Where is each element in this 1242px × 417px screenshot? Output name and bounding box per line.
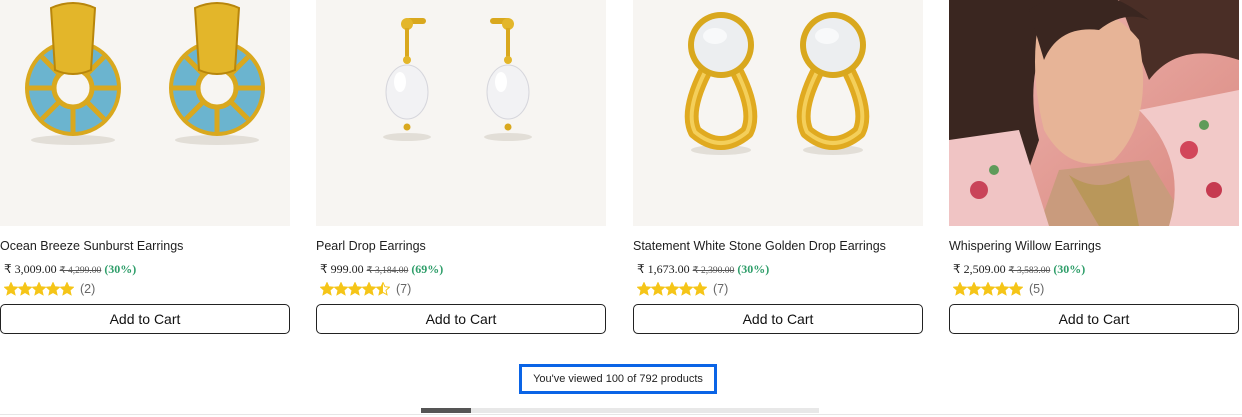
star-rating [4, 282, 74, 296]
original-price: ₹ 3,583.00 [1008, 266, 1051, 276]
original-price: ₹ 4,299.00 [59, 266, 102, 276]
review-count: (5) [1029, 282, 1045, 296]
star-icon [334, 282, 348, 296]
star-icon [995, 282, 1009, 296]
star-rating [320, 282, 390, 296]
star-icon [637, 282, 651, 296]
star-icon [320, 282, 334, 296]
sale-price: ₹ 3,009.00 [4, 262, 57, 276]
product-price: ₹ 3,009.00 ₹ 4,299.00 (30%) [4, 262, 136, 277]
product-image[interactable] [949, 0, 1239, 226]
product-image[interactable] [0, 0, 290, 226]
rating: (7) [637, 281, 728, 297]
progress-bar [421, 408, 819, 413]
star-icon [679, 282, 693, 296]
discount-percent: (30%) [104, 262, 137, 276]
star-icon [18, 282, 32, 296]
add-to-cart-button[interactable]: Add to Cart [316, 304, 606, 334]
product-grid: Ocean Breeze Sunburst Earrings ₹ 3,009.0… [0, 0, 1242, 340]
star-icon [4, 282, 18, 296]
add-to-cart-button[interactable]: Add to Cart [0, 304, 290, 334]
discount-percent: (30%) [1053, 262, 1086, 276]
product-image[interactable] [316, 0, 606, 226]
product-card[interactable]: Whispering Willow Earrings ₹ 2,509.00 ₹ 3… [949, 0, 1239, 334]
review-count: (7) [396, 282, 412, 296]
sale-price: ₹ 2,509.00 [953, 262, 1006, 276]
star-icon [665, 282, 679, 296]
rating: (5) [953, 281, 1044, 297]
product-name[interactable]: Statement White Stone Golden Drop Earrin… [633, 239, 886, 253]
product-image[interactable] [633, 0, 923, 226]
product-name[interactable]: Whispering Willow Earrings [949, 239, 1101, 253]
star-icon [46, 282, 60, 296]
product-name[interactable]: Ocean Breeze Sunburst Earrings [0, 239, 183, 253]
star-rating [637, 282, 707, 296]
product-card[interactable]: Pearl Drop Earrings ₹ 999.00 ₹ 3,184.00 (6… [316, 0, 606, 334]
star-icon [60, 282, 74, 296]
star-rating [953, 282, 1023, 296]
add-to-cart-button[interactable]: Add to Cart [949, 304, 1239, 334]
rating: (2) [4, 281, 95, 297]
product-card[interactable]: Statement White Stone Golden Drop Earrin… [633, 0, 923, 334]
viewed-products-counter: You've viewed 100 of 792 products [519, 364, 717, 394]
product-price: ₹ 1,673.00 ₹ 2,390.00 (30%) [637, 262, 769, 277]
star-icon [376, 282, 390, 296]
divider [0, 414, 1242, 415]
review-count: (2) [80, 282, 96, 296]
product-name[interactable]: Pearl Drop Earrings [316, 239, 426, 253]
sale-price: ₹ 999.00 [320, 262, 364, 276]
progress-fill [421, 408, 472, 413]
star-icon [981, 282, 995, 296]
product-card[interactable]: Ocean Breeze Sunburst Earrings ₹ 3,009.0… [0, 0, 290, 334]
star-icon [348, 282, 362, 296]
review-count: (7) [713, 282, 729, 296]
discount-percent: (30%) [737, 262, 770, 276]
product-price: ₹ 999.00 ₹ 3,184.00 (69%) [320, 262, 443, 277]
star-icon [693, 282, 707, 296]
original-price: ₹ 3,184.00 [366, 266, 409, 276]
product-price: ₹ 2,509.00 ₹ 3,583.00 (30%) [953, 262, 1085, 277]
star-icon [362, 282, 376, 296]
add-to-cart-button[interactable]: Add to Cart [633, 304, 923, 334]
star-icon [953, 282, 967, 296]
star-icon [1009, 282, 1023, 296]
star-icon [967, 282, 981, 296]
star-icon [651, 282, 665, 296]
star-icon [32, 282, 46, 296]
discount-percent: (69%) [411, 262, 444, 276]
original-price: ₹ 2,390.00 [692, 266, 735, 276]
sale-price: ₹ 1,673.00 [637, 262, 690, 276]
rating: (7) [320, 281, 411, 297]
